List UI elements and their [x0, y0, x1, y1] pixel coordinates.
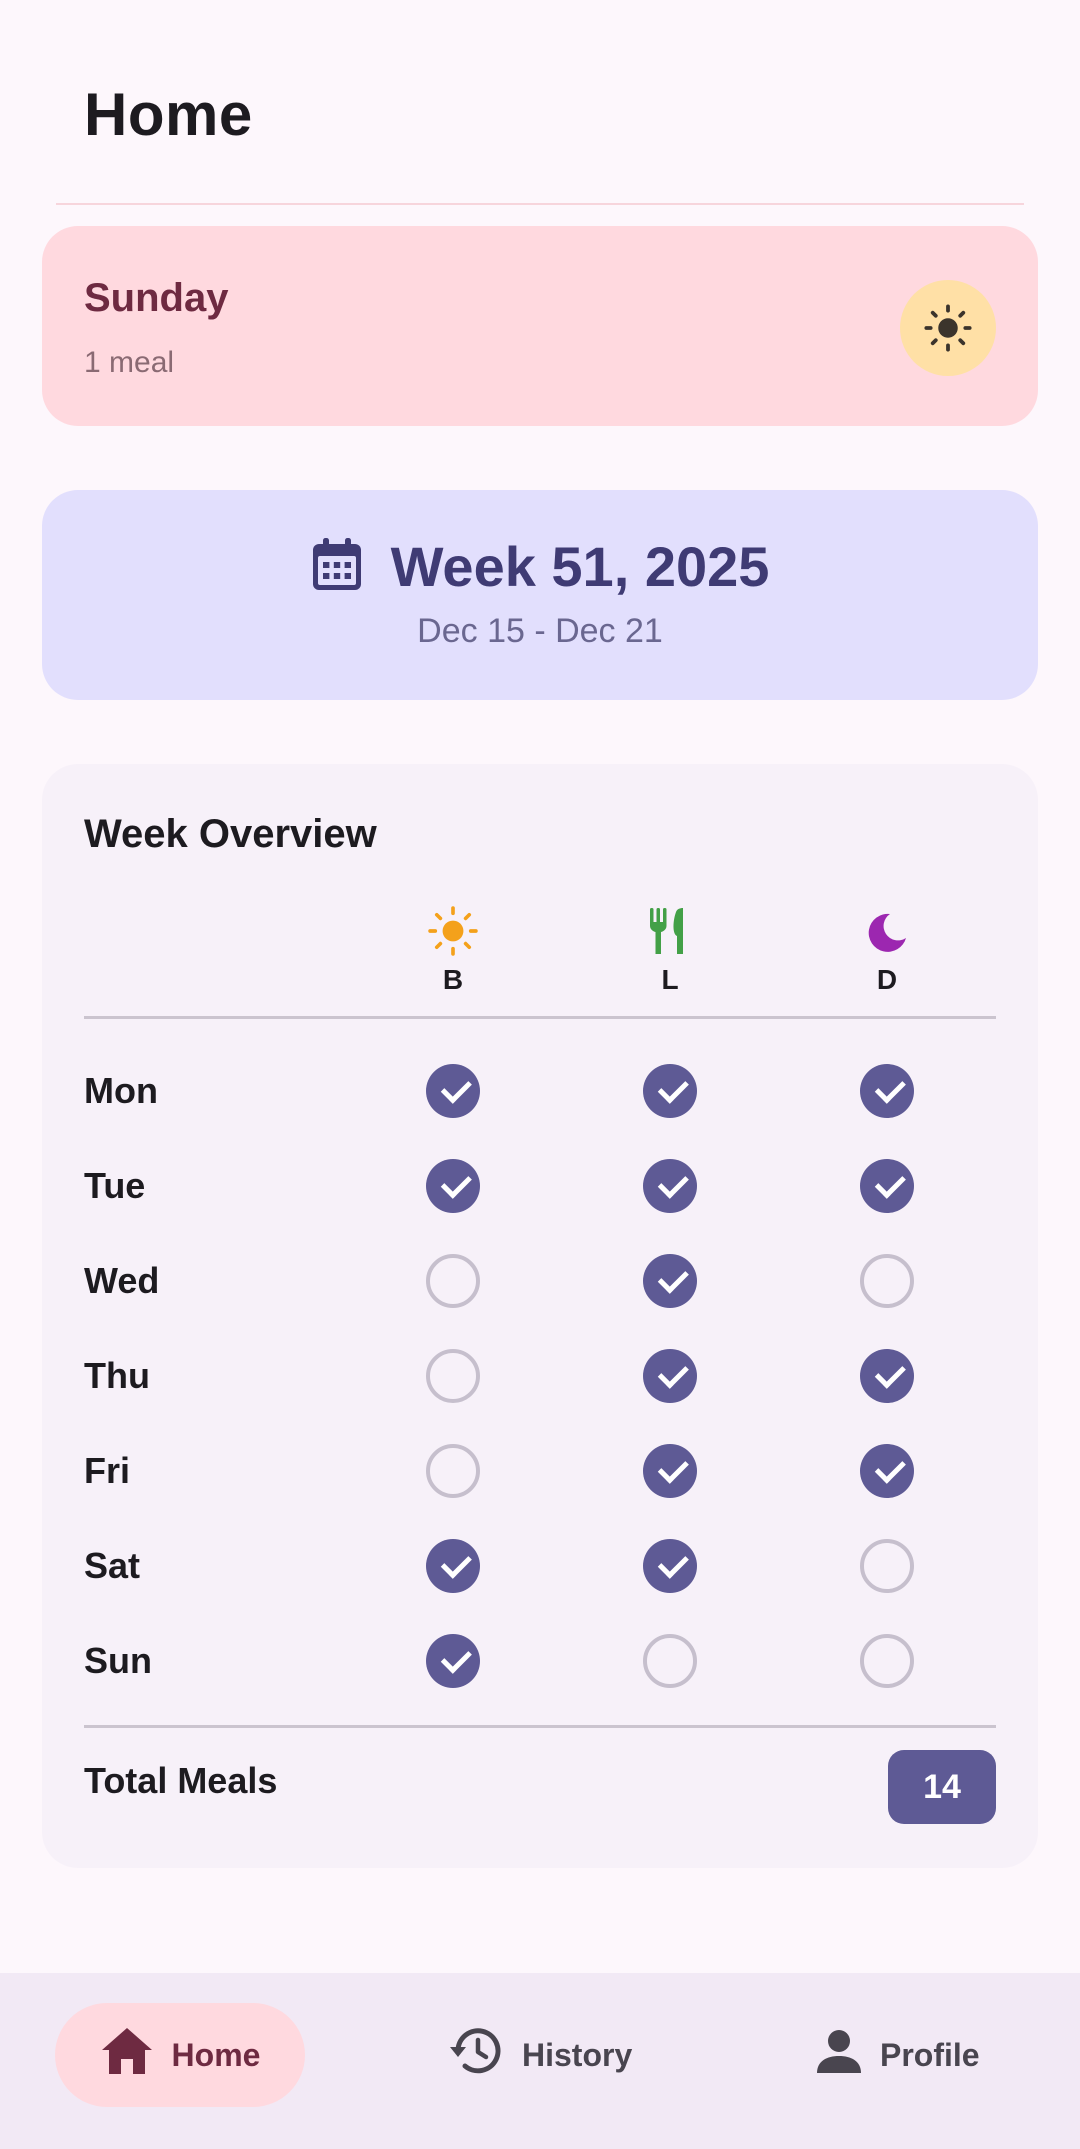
lunch-check-sat[interactable] — [643, 1539, 697, 1593]
day-name: Fri — [84, 1450, 131, 1491]
total-meals-label: Total Meals — [84, 1760, 278, 1801]
overview-title: Week Overview — [84, 812, 377, 856]
breakfast-check-mon[interactable] — [426, 1064, 480, 1118]
lunch-check-wed[interactable] — [643, 1254, 697, 1308]
nav-history-label: History — [522, 2036, 633, 2073]
week-date-range: Dec 15 - Dec 21 — [417, 612, 663, 650]
overview-header-divider — [84, 1016, 996, 1019]
week-title-row: Week 51, 2025 — [42, 534, 1038, 599]
day-row-mon: Mon — [42, 1043, 1038, 1138]
breakfast-check-sat[interactable] — [426, 1539, 480, 1593]
sun-icon — [900, 280, 996, 376]
lunch-label: L — [661, 964, 679, 995]
dinner-check-fri[interactable] — [860, 1444, 914, 1498]
dinner-check-thu[interactable] — [860, 1349, 914, 1403]
dinner-label: D — [876, 964, 898, 995]
day-row-wed: Wed — [42, 1233, 1038, 1328]
lunch-check-thu[interactable] — [643, 1349, 697, 1403]
dinner-check-tue[interactable] — [860, 1159, 914, 1213]
page-title: Home — [84, 81, 253, 148]
breakfast-check-sun[interactable] — [426, 1634, 480, 1688]
dinner-check-sat[interactable] — [860, 1539, 914, 1593]
day-row-sat: Sat — [42, 1518, 1038, 1613]
breakfast-check-fri[interactable] — [426, 1444, 480, 1498]
home-screen: Home Sunday 1 meal Week 51, 2025 Dec 15 … — [0, 0, 1080, 2149]
history-icon — [448, 2025, 504, 2085]
day-name: Mon — [84, 1070, 158, 1111]
day-row-fri: Fri — [42, 1423, 1038, 1518]
today-meal-count: 1 meal — [84, 346, 175, 379]
person-icon — [816, 2028, 862, 2082]
calendar-icon — [311, 536, 363, 597]
nav-profile-label: Profile — [880, 2036, 980, 2073]
lunch-check-fri[interactable] — [643, 1444, 697, 1498]
breakfast-column-header: B — [393, 900, 513, 996]
lunch-column-header: L — [610, 900, 730, 996]
header-divider — [56, 203, 1024, 205]
nav-profile-tab[interactable]: Profile — [816, 2003, 980, 2107]
app-header: Home — [0, 0, 1080, 205]
lunch-check-sun[interactable] — [643, 1634, 697, 1688]
dinner-check-mon[interactable] — [860, 1064, 914, 1118]
nav-history-tab[interactable]: History — [448, 2003, 632, 2107]
nav-home-label: Home — [171, 2036, 261, 2073]
breakfast-check-wed[interactable] — [426, 1254, 480, 1308]
today-day-name: Sunday — [84, 276, 229, 320]
day-row-sun: Sun — [42, 1613, 1038, 1708]
week-title: Week 51, 2025 — [390, 535, 770, 598]
dinner-moon-icon — [827, 900, 947, 956]
total-meals-badge: 14 — [888, 1750, 996, 1824]
nav-home-tab[interactable]: Home — [55, 2003, 305, 2107]
dinner-check-sun[interactable] — [860, 1634, 914, 1688]
today-card[interactable]: Sunday 1 meal — [42, 226, 1038, 426]
week-card[interactable]: Week 51, 2025 Dec 15 - Dec 21 — [42, 490, 1038, 700]
day-name: Thu — [84, 1355, 150, 1396]
bottom-navigation: Home History Profile — [0, 1973, 1080, 2149]
lunch-check-mon[interactable] — [643, 1064, 697, 1118]
dinner-column-header: D — [827, 900, 947, 996]
day-name: Sun — [84, 1640, 152, 1681]
breakfast-sun-icon — [393, 900, 513, 956]
dinner-check-wed[interactable] — [860, 1254, 914, 1308]
overview-total-divider — [84, 1725, 996, 1728]
lunch-check-tue[interactable] — [643, 1159, 697, 1213]
day-row-tue: Tue — [42, 1138, 1038, 1233]
day-row-thu: Thu — [42, 1328, 1038, 1423]
breakfast-check-tue[interactable] — [426, 1159, 480, 1213]
day-name: Tue — [84, 1165, 146, 1206]
home-icon — [100, 2026, 154, 2084]
day-name: Wed — [84, 1260, 160, 1301]
day-name: Sat — [84, 1545, 141, 1586]
week-overview-card: Week Overview B L D Mon Tue Wed Thu Fri … — [42, 764, 1038, 1868]
breakfast-label: B — [442, 964, 464, 995]
lunch-utensils-icon — [610, 900, 730, 956]
breakfast-check-thu[interactable] — [426, 1349, 480, 1403]
